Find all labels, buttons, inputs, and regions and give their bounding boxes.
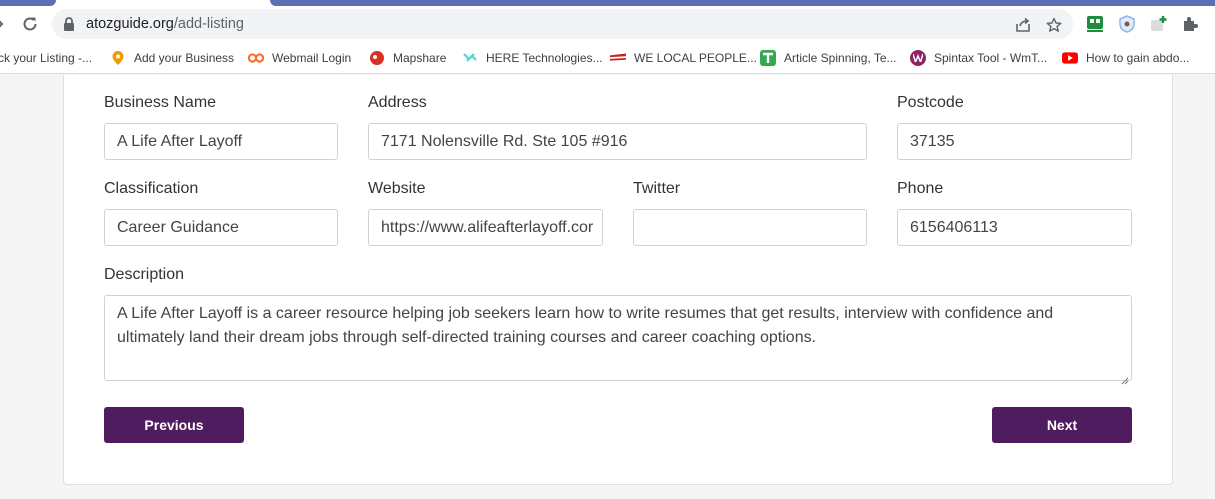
lock-icon[interactable] (63, 17, 75, 36)
bookmark-label: Add your Business (134, 51, 235, 65)
previous-button[interactable]: Previous (104, 407, 244, 443)
cpanel-icon (248, 50, 264, 66)
resize-handle-icon[interactable] (1120, 369, 1129, 385)
bookmark-item[interactable]: Spintax Tool - WmT... (910, 49, 1047, 67)
classification-input[interactable]: Career Guidance (104, 209, 338, 246)
mapshare-icon (369, 50, 385, 66)
website-input[interactable]: https://www.alifeafterlayoff.cor (368, 209, 603, 246)
puzzle-icon[interactable] (1181, 15, 1199, 33)
forward-icon[interactable] (0, 10, 14, 38)
bookmark-label: Article Spinning, Te... (784, 51, 897, 65)
extension-plus-icon[interactable] (1150, 15, 1168, 33)
bookmark-label: Webmail Login (272, 51, 352, 65)
address-bar[interactable]: atozguide.org/add-listing (52, 9, 1073, 39)
pin-icon (110, 50, 126, 66)
bookmark-item[interactable]: WE LOCAL PEOPLE... (610, 49, 757, 67)
bookmark-label: How to gain abdo... (1086, 51, 1190, 65)
bookmark-item[interactable]: How to gain abdo... (1062, 49, 1189, 67)
url-host: atozguide.org (86, 16, 174, 32)
bookmark-item[interactable]: Webmail Login (248, 49, 351, 67)
twitter-input[interactable] (633, 209, 867, 246)
shield-icon[interactable] (1118, 15, 1136, 33)
bookmark-label: ck your Listing -... (0, 51, 93, 65)
bookmark-item[interactable]: Mapshare (369, 49, 446, 67)
description-line: ultimately land their dream jobs through… (117, 329, 817, 346)
postcode-input[interactable]: 37135 (897, 123, 1132, 160)
bookmark-item[interactable]: ck your Listing -... (0, 49, 92, 67)
description-line: A Life After Layoff is a career resource… (117, 305, 1054, 322)
address-label: Address (368, 94, 427, 111)
add-listing-form: Business Name Address Postcode A Life Af… (63, 75, 1173, 485)
browser-toolbar: atozguide.org/add-listing (0, 6, 1215, 42)
url-text: atozguide.org/add-listing (86, 16, 244, 32)
bookmark-label: Spintax Tool - WmT... (934, 51, 1048, 65)
bookmarks-bar: ck your Listing -... Add your Business W… (0, 42, 1215, 74)
phone-input[interactable]: 6156406113 (897, 209, 1132, 246)
description-label: Description (104, 266, 185, 283)
extension-screen-icon[interactable] (1086, 15, 1104, 33)
next-button[interactable]: Next (992, 407, 1132, 443)
bookmark-item[interactable]: Article Spinning, Te... (760, 49, 897, 67)
bookmark-item[interactable]: Add your Business (110, 49, 234, 67)
bookmark-label: HERE Technologies... (486, 51, 603, 65)
description-textarea[interactable]: A Life After Layoff is a career resource… (104, 295, 1132, 385)
classification-label: Classification (104, 180, 199, 197)
phone-label: Phone (897, 180, 944, 197)
twitter-label: Twitter (633, 180, 681, 197)
bookmark-item[interactable]: HERE Technologies... (462, 49, 603, 67)
here-icon (462, 50, 478, 66)
wmt-icon (910, 50, 926, 66)
address-input[interactable]: 7171 Nolensville Rd. Ste 105 #916 (368, 123, 867, 160)
welocal-icon (610, 50, 626, 66)
t-icon (760, 50, 776, 66)
business-name-label: Business Name (104, 94, 217, 111)
youtube-icon (1062, 50, 1078, 66)
business-name-input[interactable]: A Life After Layoff (104, 123, 338, 160)
website-label: Website (368, 180, 426, 197)
url-path: /add-listing (173, 16, 244, 32)
bookmark-label: Mapshare (393, 51, 447, 65)
share-icon[interactable] (1014, 16, 1032, 34)
reload-icon[interactable] (16, 10, 44, 38)
star-icon[interactable] (1045, 16, 1063, 34)
postcode-label: Postcode (897, 94, 964, 111)
bookmark-label: WE LOCAL PEOPLE... (634, 51, 757, 65)
